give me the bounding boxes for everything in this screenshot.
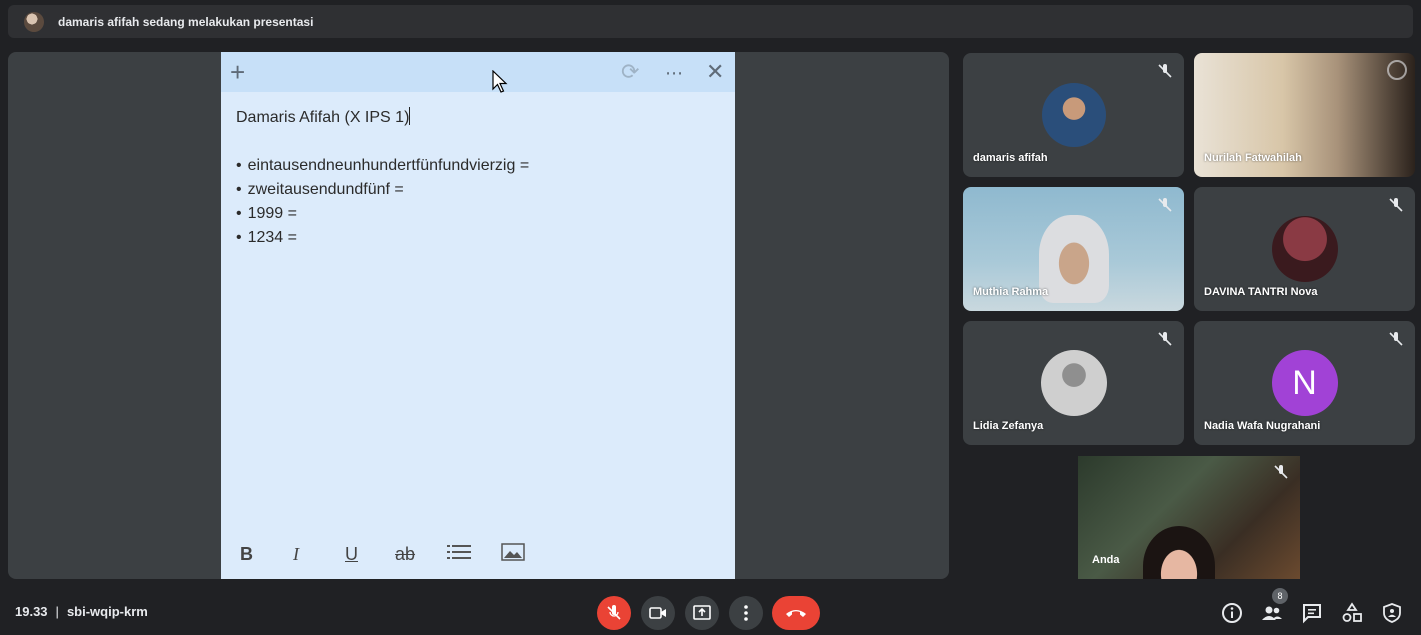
participant-initial-avatar: N xyxy=(1271,350,1338,416)
list-item: 1234 = xyxy=(236,226,720,250)
mic-muted-icon xyxy=(1158,64,1172,78)
self-name-label: Anda xyxy=(1092,554,1120,566)
mic-muted-icon xyxy=(1389,198,1403,212)
mic-muted-icon xyxy=(1158,332,1172,346)
separator: | xyxy=(55,604,59,619)
meeting-time: 19.33 xyxy=(15,604,48,619)
participant-avatar xyxy=(1041,83,1106,147)
leave-call-button[interactable] xyxy=(772,596,820,630)
bold-button[interactable]: B xyxy=(240,544,253,565)
participant-name: Nurilah Fatwahilah xyxy=(1204,152,1302,164)
present-screen-button[interactable] xyxy=(685,596,719,630)
list-item: 1999 = xyxy=(236,202,720,226)
participant-tile[interactable]: DAVINA TANTRI Nova xyxy=(1194,187,1415,311)
list-item: eintausendneunhundertfünfundvierzig = xyxy=(236,154,720,178)
host-controls-icon[interactable] xyxy=(1381,602,1403,624)
mouse-cursor-icon xyxy=(492,70,508,93)
people-icon[interactable] xyxy=(1261,602,1283,624)
sync-icon[interactable]: ⟳ xyxy=(621,60,639,84)
participant-name: DAVINA TANTRI Nova xyxy=(1204,286,1318,298)
more-options-button[interactable] xyxy=(729,596,763,630)
mic-off-icon xyxy=(607,605,621,620)
note-list: eintausendneunhundertfünfundvierzig = zw… xyxy=(236,154,720,250)
participant-tile[interactable]: damaris afifah xyxy=(963,53,1184,177)
participant-tile[interactable]: Muthia Rahma xyxy=(963,187,1184,311)
presentation-stage[interactable]: + ⟳ ⋯ ✕ Damaris Afifah (X IPS 1) eintaus… xyxy=(8,52,949,579)
add-note-icon[interactable]: + xyxy=(230,59,245,85)
camera-toggle-button[interactable] xyxy=(641,596,675,630)
end-call-icon xyxy=(786,610,806,617)
speaking-indicator-icon xyxy=(1387,60,1407,80)
self-view-tile[interactable]: Anda xyxy=(1078,456,1300,579)
participant-name: damaris afifah xyxy=(973,152,1048,164)
sticky-note-window[interactable]: + ⟳ ⋯ ✕ Damaris Afifah (X IPS 1) eintaus… xyxy=(221,52,735,579)
video-camera-icon xyxy=(649,607,666,619)
participant-tile[interactable]: N Nadia Wafa Nugrahani xyxy=(1194,321,1415,445)
list-item: zweitausendundfünf = xyxy=(236,178,720,202)
mic-muted-icon xyxy=(1274,465,1288,479)
participant-name: Muthia Rahma xyxy=(973,286,1049,298)
bulleted-list-icon[interactable] xyxy=(447,543,471,566)
italic-button[interactable]: I xyxy=(293,544,299,565)
activities-icon[interactable] xyxy=(1341,602,1363,624)
self-video xyxy=(1143,526,1215,579)
presenter-status-text: damaris afifah sedang melakukan presenta… xyxy=(58,14,314,29)
people-count-badge: 8 xyxy=(1272,588,1288,604)
presenter-avatar xyxy=(24,11,44,32)
insert-image-icon[interactable] xyxy=(501,542,525,566)
microphone-toggle-button[interactable] xyxy=(597,596,631,630)
note-body[interactable]: Damaris Afifah (X IPS 1) eintausendneunh… xyxy=(221,92,735,265)
more-vertical-icon xyxy=(744,605,748,621)
meeting-details[interactable]: 19.33 | sbi-wqip-krm xyxy=(15,604,148,619)
participant-avatar xyxy=(1040,350,1107,416)
participant-name: Nadia Wafa Nugrahani xyxy=(1204,420,1321,432)
present-screen-icon xyxy=(693,605,711,620)
format-toolbar: B I U ab xyxy=(221,529,735,579)
participant-avatar xyxy=(1271,216,1338,282)
strikethrough-button[interactable]: ab xyxy=(395,544,415,565)
participant-tile[interactable]: Lidia Zefanya xyxy=(963,321,1184,445)
close-icon[interactable]: ✕ xyxy=(706,60,724,84)
underline-button[interactable]: U xyxy=(345,544,358,565)
meeting-code: sbi-wqip-krm xyxy=(66,604,148,619)
chat-icon[interactable] xyxy=(1301,602,1323,624)
text-caret xyxy=(409,107,411,125)
note-toolbar: + ⟳ ⋯ ✕ xyxy=(221,52,735,93)
mic-muted-icon xyxy=(1389,332,1403,346)
meeting-info-icon[interactable] xyxy=(1221,602,1243,624)
participant-name: Lidia Zefanya xyxy=(973,420,1044,432)
more-options-icon[interactable]: ⋯ xyxy=(665,61,684,85)
note-title: Damaris Afifah (X IPS 1) xyxy=(236,107,411,126)
participant-tile[interactable]: Nurilah Fatwahilah xyxy=(1194,53,1415,177)
presentation-banner: damaris afifah sedang melakukan presenta… xyxy=(8,5,1413,38)
participant-video xyxy=(1038,215,1109,303)
mic-muted-icon xyxy=(1158,198,1172,212)
